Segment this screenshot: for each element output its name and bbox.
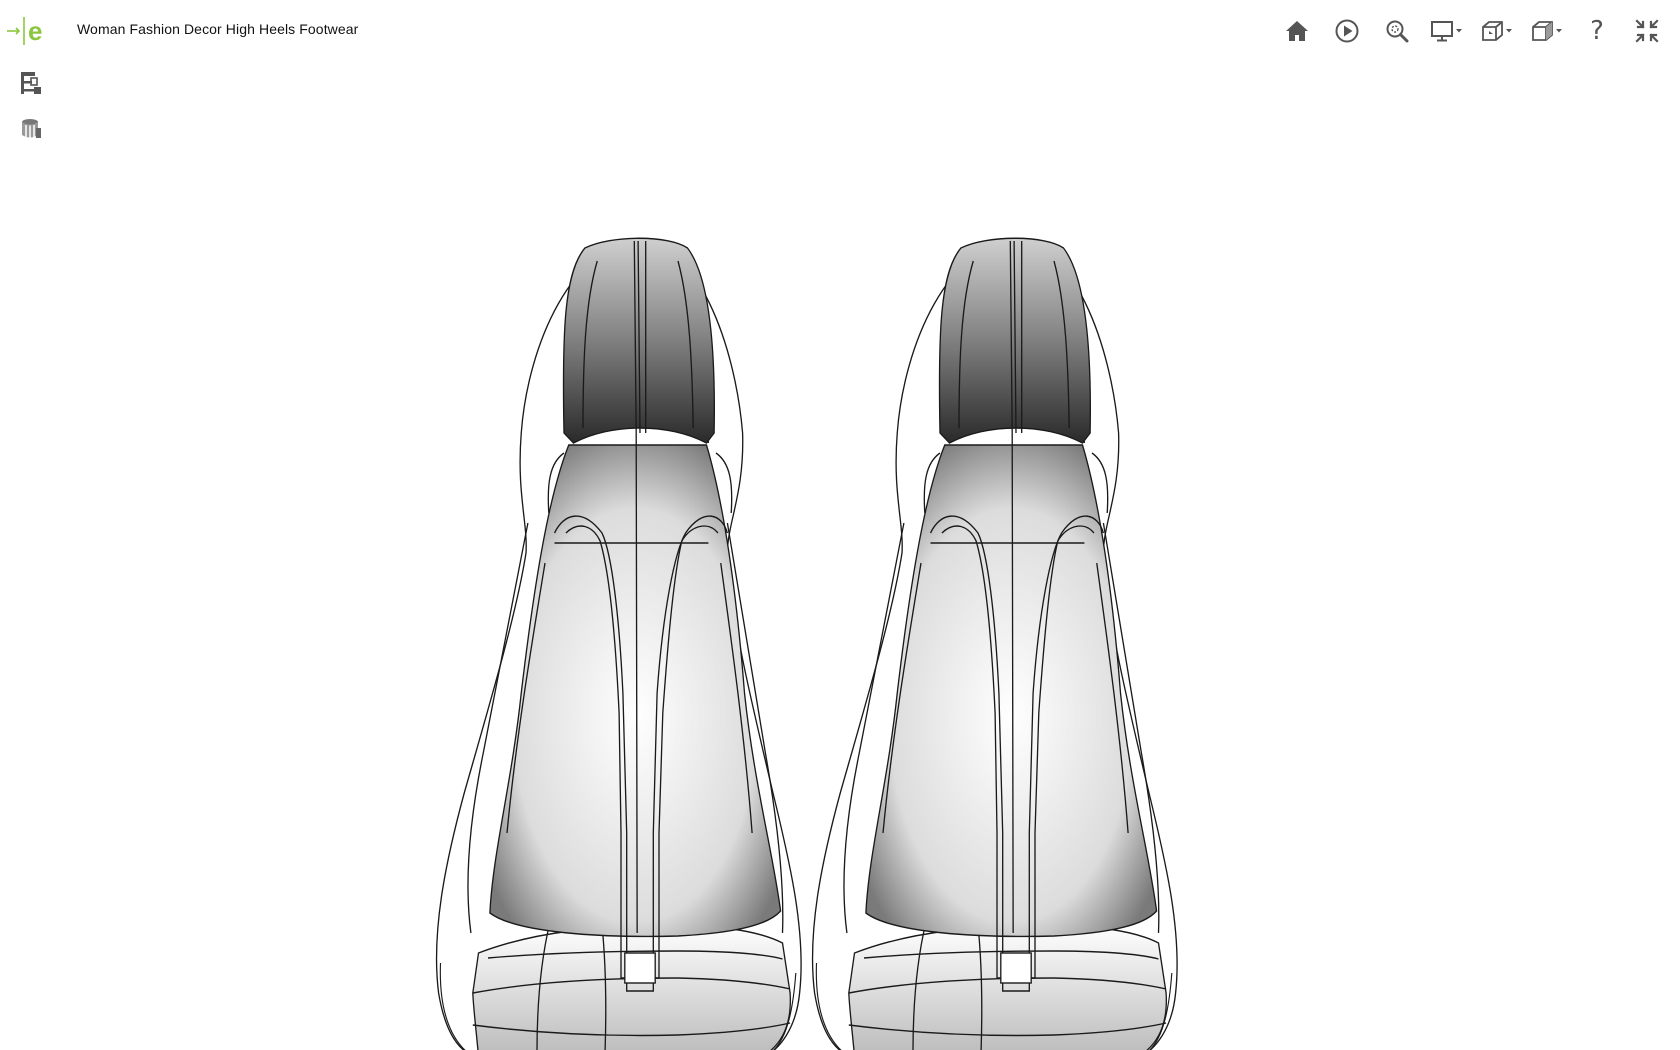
3d-viewport[interactable]	[0, 62, 1680, 1050]
exit-fullscreen-icon	[1635, 19, 1659, 43]
app-logo[interactable]: e	[6, 14, 52, 48]
left-shoe	[435, 237, 802, 1050]
projection-button[interactable]	[1522, 12, 1572, 50]
display-mode-button[interactable]	[1422, 12, 1472, 50]
svg-text:e: e	[28, 16, 42, 46]
exit-fullscreen-button[interactable]	[1622, 12, 1672, 50]
header: e Woman Fashion Decor High Heels Footwea…	[0, 0, 1680, 62]
chevron-down-icon	[1506, 29, 1512, 33]
view-orientation-icon	[1482, 21, 1512, 41]
right-shoe	[811, 237, 1178, 1050]
zoom-button[interactable]	[1372, 12, 1422, 50]
toolbar: ?	[1272, 12, 1672, 50]
zoom-icon	[1386, 20, 1409, 43]
view-orientation-button[interactable]	[1472, 12, 1522, 50]
logo-icon: e	[7, 16, 42, 46]
home-icon	[1286, 21, 1308, 41]
projection-icon	[1532, 21, 1562, 41]
help-button[interactable]: ?	[1572, 12, 1622, 50]
help-icon: ?	[1590, 16, 1604, 46]
chevron-down-icon	[1556, 29, 1562, 33]
home-button[interactable]	[1272, 12, 1322, 50]
display-mode-icon	[1431, 21, 1462, 42]
document-title: Woman Fashion Decor High Heels Footwear	[77, 21, 359, 37]
viewer-app: e Woman Fashion Decor High Heels Footwea…	[0, 0, 1680, 1050]
play-icon	[1335, 19, 1359, 43]
model-render	[435, 237, 1178, 1050]
play-button[interactable]	[1322, 12, 1372, 50]
chevron-down-icon	[1456, 29, 1462, 33]
